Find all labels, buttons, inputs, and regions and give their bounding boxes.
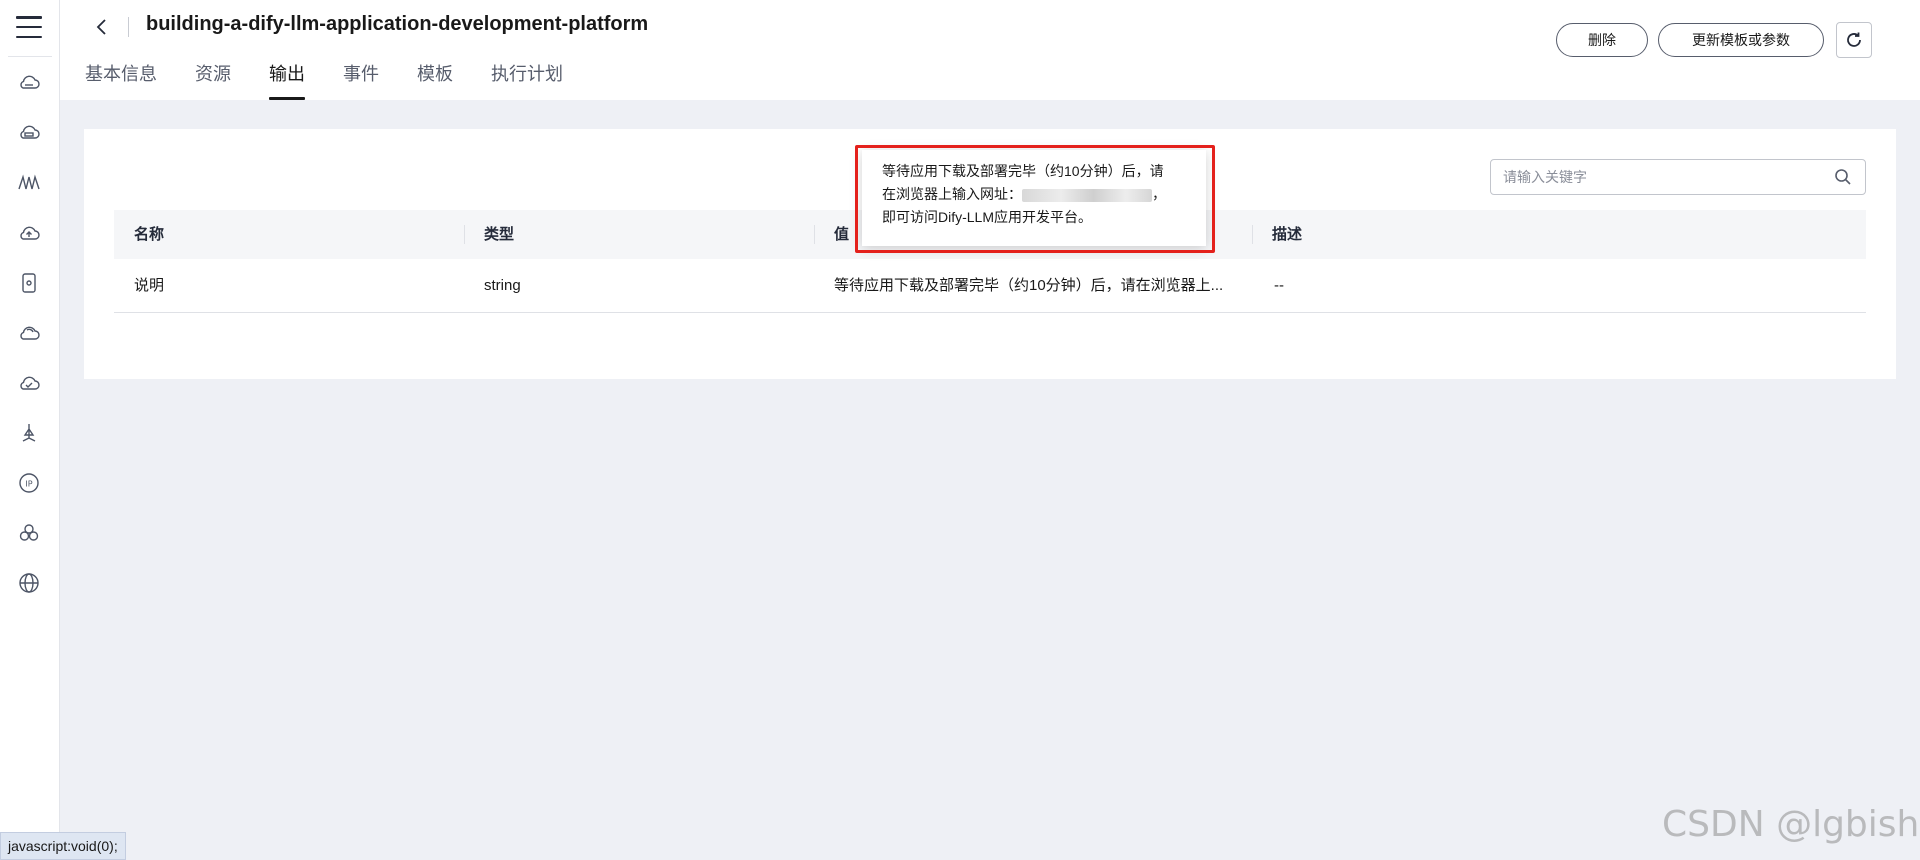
cloud-check-icon[interactable] [14, 368, 44, 398]
cluster-icon[interactable] [14, 518, 44, 548]
device-icon[interactable] [14, 268, 44, 298]
tab-template[interactable]: 模板 [417, 62, 453, 100]
status-bar-link: javascript:void(0); [0, 832, 126, 860]
table-row: 说明 string 等待应用下载及部署完毕（约10分钟）后，请在浏览器上... … [114, 259, 1866, 313]
network-tree-icon[interactable] [14, 418, 44, 448]
column-divider [814, 225, 815, 244]
tab-outputs[interactable]: 输出 [269, 62, 305, 100]
title-divider [128, 17, 129, 37]
tab-bar: 基本信息 资源 输出 事件 模板 执行计划 [85, 62, 601, 100]
search-input[interactable] [1503, 169, 1833, 185]
globe-icon[interactable] [14, 568, 44, 598]
column-divider [464, 225, 465, 244]
column-header-description: 描述 [1272, 226, 1303, 243]
svg-text:IP: IP [25, 480, 32, 489]
cell-name: 说明 [134, 277, 165, 294]
page-header: building-a-dify-llm-application-developm… [60, 0, 1920, 100]
red-highlight-box [855, 145, 1215, 253]
column-header-type: 类型 [484, 226, 515, 243]
sidebar-divider [8, 56, 52, 57]
waveform-icon[interactable] [14, 168, 44, 198]
cloud-icon[interactable] [14, 318, 44, 348]
column-header-value: 值 [834, 226, 850, 243]
column-divider [1252, 225, 1253, 244]
tab-execution-plan[interactable]: 执行计划 [491, 62, 563, 100]
column-header-name: 名称 [134, 226, 165, 243]
cloud-server-icon[interactable] [14, 68, 44, 98]
search-icon[interactable] [1833, 167, 1853, 187]
page-title: building-a-dify-llm-application-developm… [146, 13, 649, 35]
cell-type: string [484, 277, 521, 294]
cloud-disk-icon[interactable] [14, 118, 44, 148]
ip-icon[interactable]: IP [14, 468, 44, 498]
tab-events[interactable]: 事件 [343, 62, 379, 100]
update-template-button[interactable]: 更新模板或参数 [1658, 23, 1824, 57]
back-arrow-icon[interactable] [90, 14, 114, 40]
refresh-button[interactable] [1836, 22, 1872, 58]
watermark: CSDN @lgbisha [1662, 804, 1920, 845]
cell-value[interactable]: 等待应用下载及部署完毕（约10分钟）后，请在浏览器上... [834, 259, 1234, 313]
search-box [1490, 159, 1866, 195]
delete-button[interactable]: 删除 [1556, 23, 1648, 57]
left-sidebar: IP [0, 0, 60, 860]
tab-resources[interactable]: 资源 [195, 62, 231, 100]
cloud-upload-icon[interactable] [14, 218, 44, 248]
hamburger-menu-icon[interactable] [16, 14, 42, 40]
refresh-icon [1847, 32, 1861, 47]
tab-basic-info[interactable]: 基本信息 [85, 62, 157, 100]
cell-description: -- [1274, 277, 1284, 294]
